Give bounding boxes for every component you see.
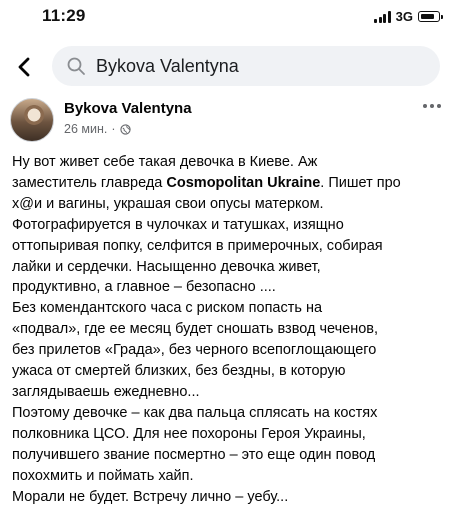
status-bar: 11:29 3G [0,0,458,36]
text-segment: похохмить и поймать хайп. [12,468,194,484]
avatar[interactable] [10,98,54,142]
text-segment: полковника ЦСО. Для нее похороны Героя У… [12,426,366,442]
post-text-line: ужаса от смертей близких, без бездны, в … [12,361,452,382]
post-text-line: похохмить и поймать хайп. [12,466,452,487]
post-header: Bykova Valentyna 26 мин. · [0,98,458,150]
status-indicators: 3G [374,9,440,24]
post-text-line: заместитель главреда Cosmopolitan Ukrain… [12,173,452,194]
search-input[interactable]: Bykova Valentyna [52,46,440,86]
post-text-line: «подвал», где ее месяц будет сношать взв… [12,319,452,340]
post-text-line: продуктивно, а главное – безопасно .... [12,277,452,298]
post-text-line: х@и и вагины, украшая свои опусы матерко… [12,194,452,215]
text-segment: Морали не будет. Встречу лично – уебу... [12,489,288,505]
back-button[interactable] [12,54,38,80]
text-segment: . Пишет про [320,175,400,191]
chevron-left-icon [12,54,38,80]
search-icon [66,56,86,76]
text-segment: Без комендантского часа с риском попасть… [12,300,322,316]
text-segment: ужаса от смертей близких, без бездны, в … [12,363,346,379]
status-time: 11:29 [42,6,86,26]
post-meta: 26 мин. · [64,122,131,136]
post-text-line: Ну вот живет себе такая девочка в Киеве.… [12,152,452,173]
post-text-line: без прилетов «Града», без черного всепог… [12,340,452,361]
text-segment: Ну вот живет себе такая девочка в Киеве.… [12,154,317,170]
search-header: Bykova Valentyna [0,44,458,88]
post-time[interactable]: 26 мин. [64,122,107,136]
post-text-line: полковника ЦСО. Для нее похороны Героя У… [12,424,452,445]
text-segment: заместитель главреда [12,175,166,191]
meta-separator: · [111,122,115,136]
post-text-line: оттопыривая попку, селфится в примерочны… [12,236,452,257]
text-segment: х@и и вагины, украшая свои опусы матерко… [12,196,324,212]
text-segment: «подвал», где ее месяц будет сношать взв… [12,321,378,337]
text-segment: оттопыривая попку, селфится в примерочны… [12,238,383,254]
text-segment: заглядываешь ежедневно... [12,384,200,400]
network-type: 3G [396,9,413,24]
globe-icon [120,124,131,135]
post-text: Ну вот живет себе такая девочка в Киеве.… [12,152,452,507]
text-segment: Поэтому девочке – как два пальца сплясат… [12,405,377,421]
search-query: Bykova Valentyna [96,56,239,77]
post-text-line: Поэтому девочке – как два пальца сплясат… [12,403,452,424]
post-text-line: получившего звание посмертно – это еще о… [12,445,452,466]
post-text-line: Фотографируется в чулочках и татушках, и… [12,215,452,236]
post-text-line: Морали не будет. Встречу лично – уебу... [12,487,452,507]
battery-icon [418,11,440,22]
post-text-line: заглядываешь ежедневно... [12,382,452,403]
text-segment: лайки и сердечки. Насыщенно девочка живе… [12,259,321,275]
mention-link[interactable]: Cosmopolitan Ukraine [166,175,320,191]
post-text-line: лайки и сердечки. Насыщенно девочка живе… [12,257,452,278]
post-text-line: Без комендантского часа с риском попасть… [12,298,452,319]
text-segment: получившего звание посмертно – это еще о… [12,447,375,463]
author-name[interactable]: Bykova Valentyna [64,100,192,117]
more-options-icon[interactable] [422,102,442,110]
text-segment: продуктивно, а главное – безопасно .... [12,279,276,295]
signal-icon [374,11,391,23]
text-segment: Фотографируется в чулочках и татушках, и… [12,217,344,233]
text-segment: без прилетов «Града», без черного всепог… [12,342,376,358]
